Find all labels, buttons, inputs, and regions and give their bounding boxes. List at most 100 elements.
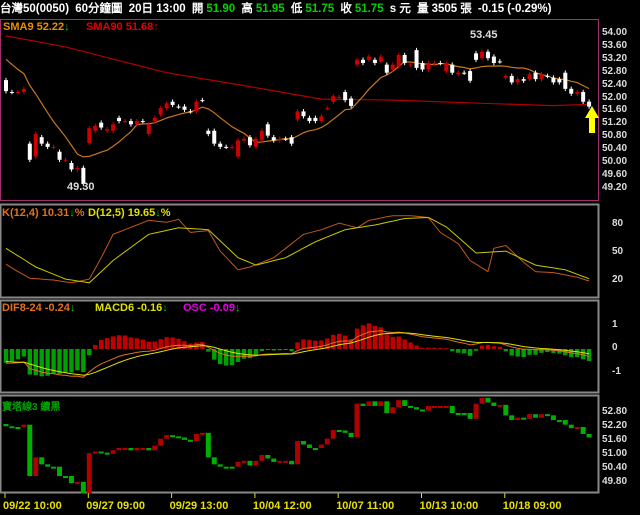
candle-body	[491, 56, 496, 64]
tower-block	[556, 420, 562, 422]
tower-block	[45, 464, 51, 467]
tower-block	[473, 403, 479, 419]
candle-body	[474, 53, 479, 60]
macd-histogram-bar	[206, 349, 211, 352]
macd-histogram-bar	[69, 349, 74, 373]
candle-body	[134, 121, 139, 125]
candle-body	[182, 106, 187, 110]
tower-block	[431, 406, 437, 408]
price-tick-label: 49.20	[602, 181, 628, 193]
candle-body	[117, 117, 122, 122]
tower-block	[9, 426, 15, 429]
tower-block	[265, 455, 271, 459]
tower-block	[247, 460, 253, 466]
candle-body	[140, 121, 145, 123]
macd-histogram-bar	[146, 341, 151, 349]
tower-block	[527, 414, 533, 419]
macd-histogram-bar	[354, 328, 360, 349]
macd-histogram-bar	[265, 349, 270, 350]
candle-body	[497, 61, 502, 63]
date-label: 09/27 09:00	[86, 500, 146, 512]
candle-body	[545, 75, 550, 77]
candle-body	[539, 74, 544, 80]
macd-histogram-bar	[128, 337, 134, 349]
candle-body	[581, 92, 586, 102]
candle-body	[289, 137, 294, 144]
price-tick-label: 52.40	[602, 78, 628, 90]
tower-tick-label: 51.00	[602, 448, 628, 459]
macd-histogram-bar	[158, 339, 163, 349]
tower-block	[74, 481, 80, 484]
tower-block	[384, 401, 390, 413]
high-annotation: 53.45	[470, 29, 498, 41]
candle-body	[301, 111, 306, 117]
macd-histogram-bar	[473, 349, 479, 351]
candle-body	[111, 124, 116, 131]
tower-block	[295, 441, 301, 465]
macd-histogram-bar	[342, 335, 348, 349]
sma90-legend: SMA90 51.68↑	[86, 21, 159, 33]
tower-block	[544, 414, 550, 417]
tower-block	[491, 402, 497, 406]
tower-block	[378, 401, 384, 406]
candle-body	[384, 64, 389, 73]
candle-body	[194, 101, 199, 112]
candle-body	[15, 92, 20, 94]
candle-body	[378, 56, 383, 62]
tower-tick-label: 51.60	[602, 434, 628, 445]
candle-body	[224, 146, 229, 148]
macd-histogram-bar	[456, 349, 461, 353]
date-label: 10/07 11:00	[336, 500, 395, 512]
candle-body	[408, 64, 413, 66]
candle-body	[349, 98, 354, 106]
tower-block	[211, 457, 217, 465]
macd-histogram-bar	[27, 349, 32, 375]
candle-body	[372, 59, 377, 64]
tower-block	[443, 406, 449, 408]
candle-body	[575, 92, 580, 94]
macd-histogram-bar	[283, 349, 288, 350]
tower-block	[586, 434, 592, 438]
tower-block	[104, 452, 110, 455]
price-tick-label: 51.60	[602, 104, 628, 116]
tower-block	[461, 413, 467, 415]
candle-body	[515, 79, 520, 83]
tower-block	[301, 441, 306, 445]
date-label: 10/13 10:00	[419, 500, 479, 512]
macd-histogram-bar	[289, 349, 294, 352]
candle-body	[331, 96, 336, 102]
tower-block	[223, 466, 229, 469]
candle-body	[283, 138, 288, 140]
candle-body	[569, 88, 574, 94]
candle-body	[242, 138, 246, 141]
tower-block	[21, 424, 27, 427]
macd-histogram-bar	[503, 349, 508, 352]
candle-body	[158, 108, 163, 115]
tower-block	[312, 448, 318, 450]
chart-canvas[interactable]	[0, 0, 640, 515]
candle-body	[27, 143, 32, 160]
candle-body	[39, 137, 44, 144]
tower-block	[158, 438, 164, 446]
tower-block	[348, 432, 354, 438]
candle-body	[343, 92, 348, 101]
tower-block	[217, 464, 223, 467]
tower-block	[199, 432, 205, 435]
tower-block	[57, 466, 63, 476]
macd-histogram-bar	[414, 345, 419, 349]
tower-block	[98, 451, 104, 454]
macd-histogram-bar	[110, 336, 116, 349]
tower-block	[182, 437, 187, 440]
candle-body	[313, 117, 318, 122]
tower-block	[259, 455, 265, 461]
candle-body	[265, 124, 270, 136]
candle-body	[146, 124, 151, 134]
tower-tick-label: 49.80	[602, 476, 628, 487]
macd-histogram-bar	[426, 347, 431, 349]
candle-body	[366, 56, 371, 60]
macd-histogram-bar	[461, 349, 467, 354]
tower-block	[396, 400, 402, 408]
price-tick-label: 53.60	[602, 39, 628, 51]
candle-body	[420, 63, 425, 70]
candle-body	[57, 151, 62, 160]
